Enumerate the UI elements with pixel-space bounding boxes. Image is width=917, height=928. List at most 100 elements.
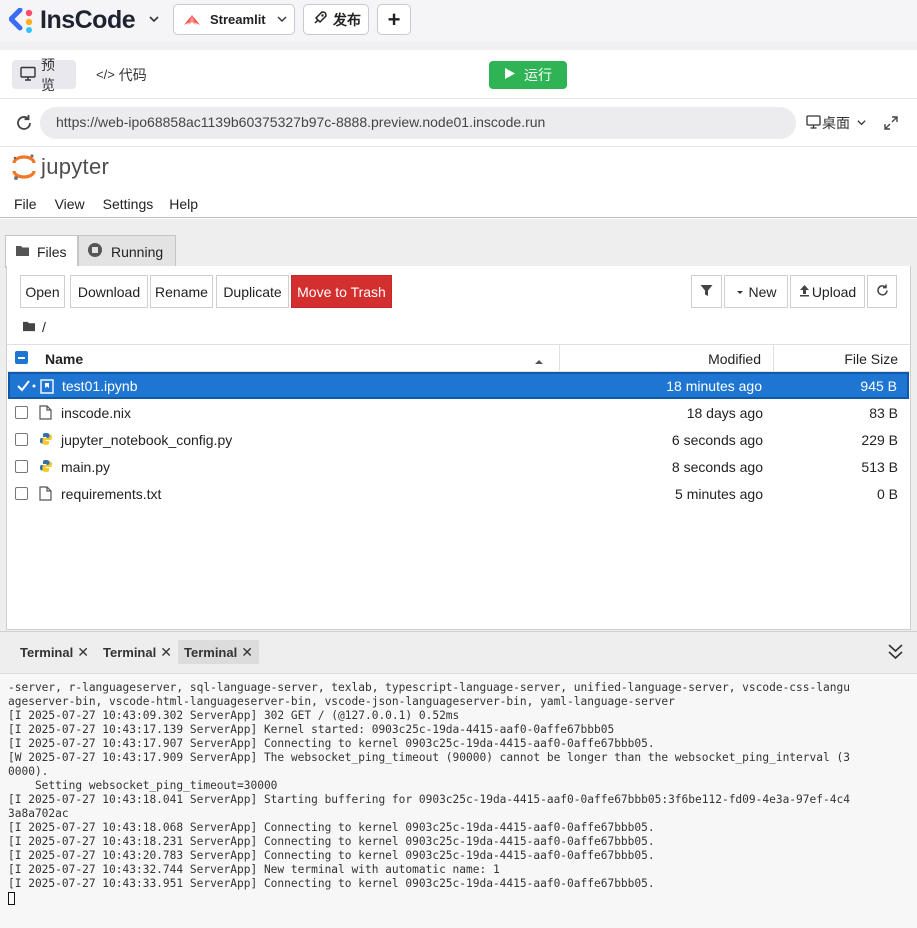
url-field[interactable]: https://web-ipo68858ac1139b60375327b97c-… — [40, 107, 796, 139]
caret-down-icon — [735, 284, 745, 300]
duplicate-button[interactable]: Duplicate — [216, 275, 289, 308]
folder-icon — [15, 244, 30, 260]
file-row-jupyter-config[interactable]: jupyter_notebook_config.py 6 seconds ago… — [7, 426, 910, 453]
menu-file[interactable]: File — [14, 196, 37, 212]
select-all-checkbox[interactable] — [15, 351, 28, 364]
preview-label: 预览 — [41, 56, 55, 93]
file-row-inscode-nix[interactable]: inscode.nix 18 days ago 83 B — [7, 399, 910, 426]
terminal-tab-3[interactable]: Terminal ✕ — [178, 640, 259, 664]
row-checkbox[interactable] — [15, 487, 28, 500]
terminal-tab-bar: Terminal ✕ Terminal ✕ Terminal ✕ — [0, 631, 917, 673]
file-size: 229 B — [861, 431, 898, 448]
terminal-cursor — [8, 892, 15, 905]
terminal-line: 3a8a702ac — [8, 807, 69, 820]
close-icon[interactable]: ✕ — [77, 644, 89, 661]
file-size: 83 B — [869, 404, 898, 421]
row-checkbox[interactable] — [15, 433, 28, 446]
menu-view[interactable]: View — [55, 196, 85, 212]
refresh-button[interactable] — [867, 275, 897, 308]
chevron-down-icon — [276, 12, 288, 28]
column-name[interactable]: Name — [45, 351, 83, 367]
code-tab[interactable]: </> 代码 — [88, 60, 155, 89]
tab-running[interactable]: Running — [78, 235, 176, 267]
run-button[interactable]: 运行 — [489, 61, 567, 89]
rename-button[interactable]: Rename — [150, 275, 213, 308]
device-label: 桌面 — [822, 115, 850, 131]
row-checkbox[interactable] — [15, 460, 28, 473]
sort-up-icon[interactable] — [534, 353, 544, 369]
notebook-icon — [40, 379, 54, 397]
close-icon[interactable]: ✕ — [160, 644, 172, 661]
breadcrumb: / — [22, 319, 46, 335]
python-icon — [39, 432, 53, 447]
publish-button[interactable]: 发布 — [303, 4, 369, 35]
terminal-line: -server, r-languageserver, sql-language-… — [8, 681, 850, 694]
download-button[interactable]: Download — [70, 275, 148, 308]
logo-text: InsCode — [40, 6, 136, 34]
terminal-line: [I 2025-07-27 10:43:33.951 ServerApp] Co… — [8, 877, 655, 890]
new-button[interactable]: New — [724, 275, 788, 308]
url-bar: https://web-ipo68858ac1139b60375327b97c-… — [0, 99, 917, 147]
add-button[interactable]: + — [377, 4, 411, 35]
open-button[interactable]: Open — [20, 275, 65, 308]
refresh-icon[interactable] — [15, 114, 33, 137]
file-name: main.py — [61, 458, 111, 475]
tab-files-label: Files — [37, 244, 67, 260]
filter-button[interactable] — [691, 275, 722, 308]
chevron-down-icon[interactable] — [148, 13, 160, 28]
file-name: requirements.txt — [61, 485, 162, 502]
terminal-tab-label: Terminal — [103, 644, 157, 660]
plus-icon: + — [387, 6, 401, 32]
file-row-requirements[interactable]: requirements.txt 5 minutes ago 0 B — [7, 480, 910, 507]
jupyter-logo-text: jupyter — [41, 154, 110, 179]
terminal-line: [I 2025-07-27 10:43:20.783 ServerApp] Co… — [8, 849, 655, 862]
jupyter-logo-icon — [12, 152, 36, 182]
tab-running-label: Running — [111, 243, 164, 260]
checkmark-icon[interactable] — [16, 378, 40, 397]
terminal-tab-1[interactable]: Terminal ✕ — [14, 640, 95, 664]
terminal-tab-2[interactable]: Terminal ✕ — [97, 640, 178, 664]
filter-icon — [700, 284, 713, 300]
menu-bar: File View Settings Help — [0, 190, 917, 218]
file-size: 513 B — [861, 458, 898, 475]
new-label: New — [748, 283, 777, 300]
terminal-line: [I 2025-07-27 10:43:09.302 ServerApp] 30… — [8, 709, 460, 722]
preview-tab[interactable]: 预览 — [12, 57, 76, 93]
column-size[interactable]: File Size — [844, 351, 898, 367]
breadcrumb-root[interactable]: / — [42, 319, 46, 335]
column-modified[interactable]: Modified — [708, 351, 761, 367]
file-modified: 18 minutes ago — [666, 377, 762, 394]
python-icon — [39, 459, 53, 474]
project-selector[interactable]: Streamlit — [173, 4, 295, 35]
inscode-logo[interactable]: InsCode — [8, 6, 136, 35]
upload-button[interactable]: Upload — [790, 275, 865, 308]
menu-help[interactable]: Help — [169, 196, 198, 212]
upload-label: Upload — [811, 283, 857, 300]
monitor-icon — [806, 114, 821, 132]
move-to-trash-button[interactable]: Move to Trash — [291, 275, 392, 308]
terminal-output[interactable]: -server, r-languageserver, sql-language-… — [0, 673, 917, 928]
inscode-logo-icon — [8, 7, 35, 34]
code-icon: </> — [96, 67, 115, 82]
run-label: 运行 — [524, 67, 552, 83]
menu-settings[interactable]: Settings — [103, 196, 154, 212]
terminal-line: Setting websocket_ping_timeout=30000 — [8, 779, 278, 792]
row-checkbox[interactable] — [15, 406, 28, 419]
file-name: inscode.nix — [61, 404, 132, 421]
collapse-panel-icon[interactable] — [887, 642, 904, 665]
expand-icon[interactable] — [883, 115, 899, 136]
file-row-test01[interactable]: test01.ipynb 18 minutes ago 945 B — [8, 372, 909, 399]
tab-files[interactable]: Files — [5, 235, 78, 268]
terminal-line: ageserver-bin, vscode-html-languageserve… — [8, 695, 675, 708]
folder-icon[interactable] — [22, 319, 36, 335]
code-label: 代码 — [118, 66, 147, 83]
terminal-tab-label: Terminal — [20, 644, 74, 660]
jupyter-logo[interactable]: jupyter — [12, 152, 109, 182]
file-icon — [39, 486, 53, 501]
device-selector[interactable]: 桌面 — [806, 113, 867, 133]
close-icon[interactable]: ✕ — [241, 644, 253, 661]
terminal-line: [I 2025-07-27 10:43:17.139 ServerApp] Ke… — [8, 723, 615, 736]
file-name: test01.ipynb — [62, 377, 138, 394]
file-row-main-py[interactable]: main.py 8 seconds ago 513 B — [7, 453, 910, 480]
terminal-line: [I 2025-07-27 10:43:32.744 ServerApp] Ne… — [8, 863, 500, 876]
